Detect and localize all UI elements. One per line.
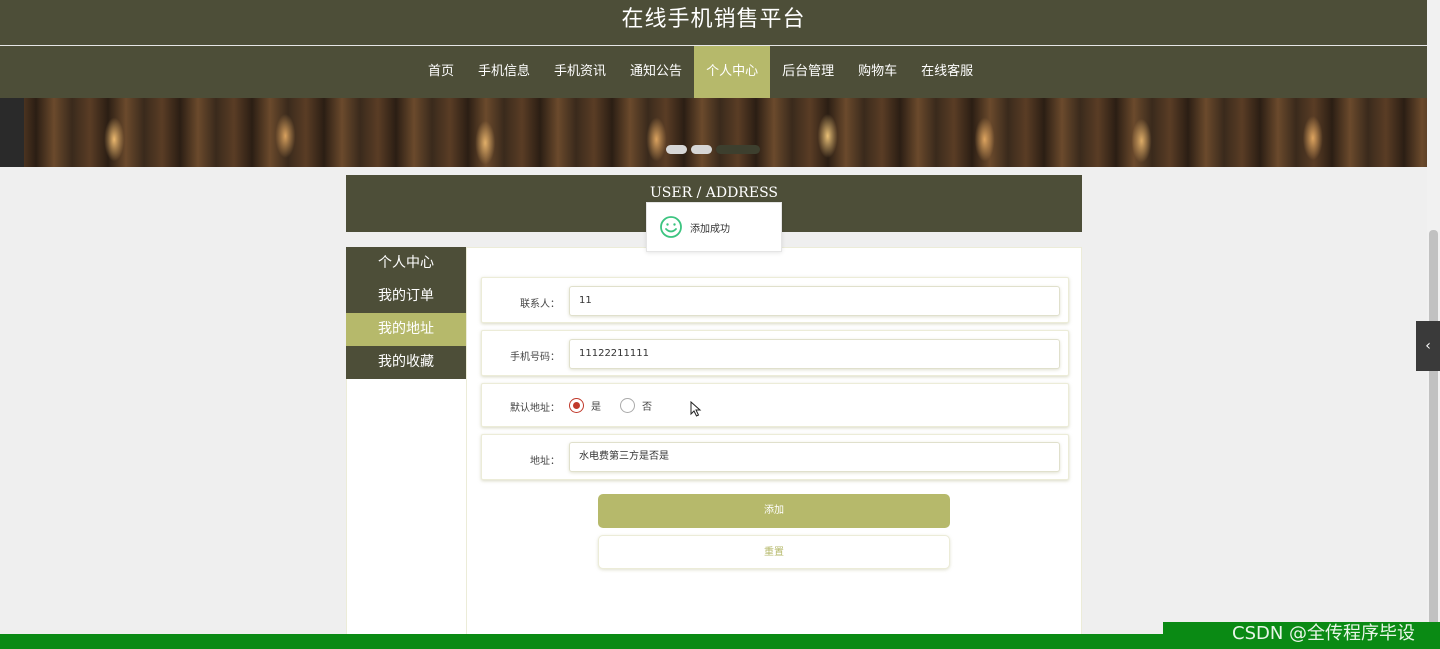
site-header: 在线手机销售平台 bbox=[0, 0, 1427, 45]
default-address-label: 默认地址： bbox=[510, 403, 560, 414]
smile-icon bbox=[660, 216, 682, 238]
radio-no-circle[interactable] bbox=[620, 398, 635, 413]
radio-yes[interactable]: 是 bbox=[569, 398, 601, 413]
page-scrollbar[interactable] bbox=[1427, 0, 1440, 634]
sidebar-item-personal-center[interactable]: 个人中心 bbox=[346, 247, 466, 280]
watermark-text: CSDN @全传程序毕设 bbox=[1232, 623, 1416, 644]
radio-yes-circle[interactable] bbox=[569, 398, 584, 413]
mouse-cursor-icon bbox=[690, 401, 702, 417]
sidebar-item-favorites[interactable]: 我的收藏 bbox=[346, 346, 466, 379]
section-title: USER / ADDRESS bbox=[649, 185, 779, 201]
phone-label: 手机号码： bbox=[510, 352, 560, 363]
address-form-panel: 联系人： 11 手机号码： 11122211111 默认地址： 是 否 地址： … bbox=[466, 247, 1082, 637]
toast-message: 添加成功 bbox=[690, 223, 730, 235]
carousel-dot-1[interactable] bbox=[666, 145, 687, 154]
side-panel-toggle[interactable]: ‹ bbox=[1416, 321, 1440, 371]
carousel-dot-2[interactable] bbox=[691, 145, 712, 154]
nav-item-cart[interactable]: 购物车 bbox=[846, 46, 909, 98]
address-label: 地址： bbox=[530, 456, 560, 467]
sidebar-background bbox=[346, 379, 466, 637]
user-sidebar: 个人中心 我的订单 我的地址 我的收藏 bbox=[346, 247, 466, 379]
main-nav: 首页 手机信息 手机资讯 通知公告 个人中心 后台管理 购物车 在线客服 bbox=[0, 45, 1427, 98]
nav-item-admin[interactable]: 后台管理 bbox=[770, 46, 846, 98]
radio-yes-label: 是 bbox=[591, 402, 601, 413]
scrollbar-thumb[interactable] bbox=[1429, 230, 1438, 630]
nav-item-phone-news[interactable]: 手机资讯 bbox=[542, 46, 618, 98]
contact-input[interactable]: 11 bbox=[569, 286, 1060, 316]
site-title: 在线手机销售平台 bbox=[621, 7, 806, 32]
nav-item-notices[interactable]: 通知公告 bbox=[618, 46, 694, 98]
chevron-left-icon: ‹ bbox=[1425, 338, 1431, 354]
sidebar-item-orders[interactable]: 我的订单 bbox=[346, 280, 466, 313]
reset-button[interactable]: 重置 bbox=[598, 535, 950, 569]
address-input[interactable]: 水电费第三方是否是 bbox=[569, 442, 1060, 472]
carousel-dots bbox=[666, 145, 760, 154]
banner-carousel bbox=[0, 98, 1427, 167]
address-row: 地址： 水电费第三方是否是 bbox=[481, 434, 1069, 480]
banner-edge bbox=[0, 98, 24, 167]
contact-label: 联系人： bbox=[520, 299, 560, 310]
add-button[interactable]: 添加 bbox=[598, 494, 950, 528]
nav-item-personal-center[interactable]: 个人中心 bbox=[694, 46, 771, 98]
carousel-dot-3[interactable] bbox=[716, 145, 760, 154]
success-toast: 添加成功 bbox=[646, 202, 782, 252]
sidebar-item-addresses[interactable]: 我的地址 bbox=[346, 313, 466, 346]
default-address-row: 默认地址： 是 否 bbox=[481, 383, 1069, 427]
contact-row: 联系人： 11 bbox=[481, 277, 1069, 323]
radio-no[interactable]: 否 bbox=[620, 398, 652, 413]
nav-item-home[interactable]: 首页 bbox=[416, 46, 466, 98]
phone-input[interactable]: 11122211111 bbox=[569, 339, 1060, 369]
nav-item-phone-info[interactable]: 手机信息 bbox=[466, 46, 542, 98]
phone-row: 手机号码： 11122211111 bbox=[481, 330, 1069, 376]
radio-no-label: 否 bbox=[642, 402, 652, 413]
nav-item-customer-service[interactable]: 在线客服 bbox=[909, 46, 985, 98]
